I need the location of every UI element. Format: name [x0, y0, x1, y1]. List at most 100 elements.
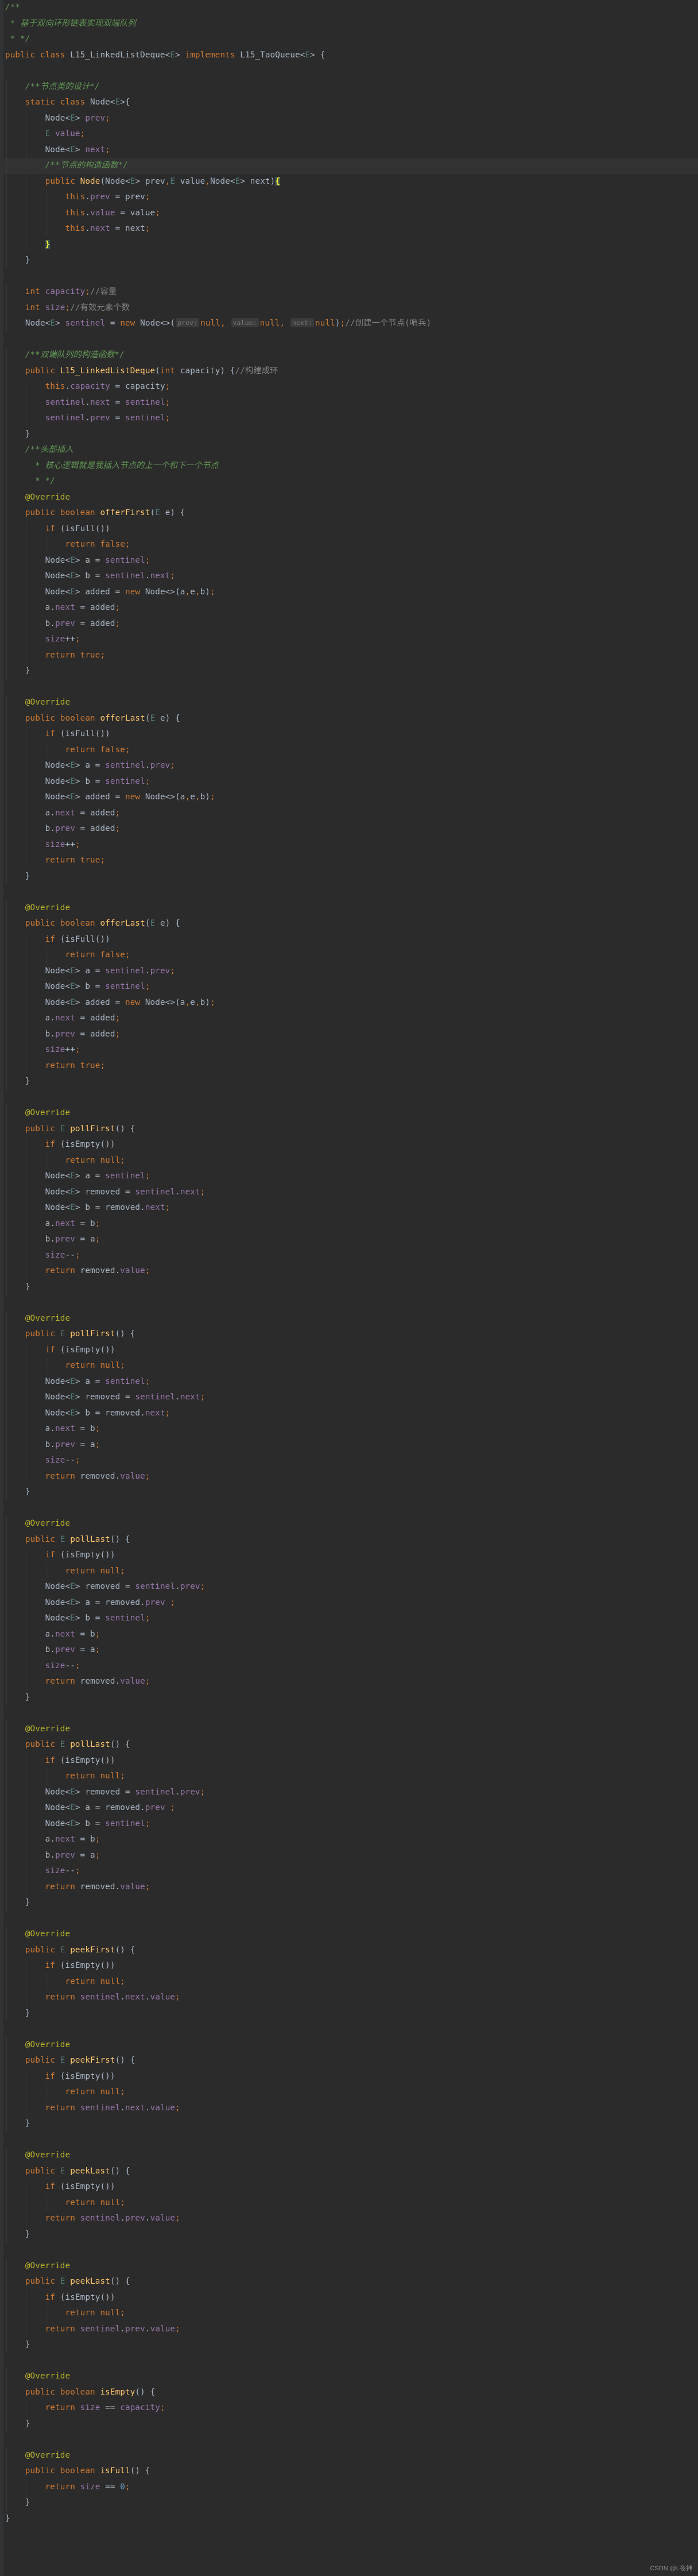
code-line[interactable]: return size == 0; [0, 2479, 698, 2495]
code-area[interactable]: /** * 基于双向环形链表实现双端队列 * */ public class L1… [0, 0, 698, 2527]
code-line[interactable] [0, 63, 698, 79]
code-line[interactable]: public E pollLast() { [0, 1531, 698, 1548]
code-line[interactable]: Node<E> b = removed.next; [0, 1405, 698, 1421]
code-line[interactable]: Node<E> removed = sentinel.next; [0, 1184, 698, 1200]
code-line[interactable]: } [0, 2005, 698, 2021]
code-line[interactable] [0, 269, 698, 285]
code-line[interactable]: if (isEmpty()) [0, 2179, 698, 2195]
code-line[interactable]: sentinel.next = sentinel; [0, 394, 698, 411]
code-line[interactable]: return removed.value; [0, 1879, 698, 1895]
code-line[interactable] [0, 1500, 698, 1517]
code-line[interactable]: } [0, 2226, 698, 2242]
code-line[interactable]: b.prev = a; [0, 1437, 698, 1453]
code-line[interactable]: return true; [0, 853, 698, 869]
code-line[interactable]: } [0, 1074, 698, 1090]
code-line[interactable]: Node<E> a = removed.prev ; [0, 1800, 698, 1816]
code-line[interactable]: @Override [0, 1310, 698, 1326]
code-line[interactable]: size--; [0, 1247, 698, 1263]
code-line[interactable]: @Override [0, 489, 698, 505]
code-line[interactable]: public E pollFirst() { [0, 1121, 698, 1137]
code-line[interactable]: size++; [0, 632, 698, 648]
code-line[interactable]: /**双端队列的构造函数*/ [0, 347, 698, 363]
code-line[interactable]: return sentinel.prev.value; [0, 2211, 698, 2227]
code-line[interactable]: } [0, 868, 698, 884]
code-line[interactable]: } [0, 237, 698, 253]
code-line[interactable]: b.prev = added; [0, 616, 698, 632]
code-line[interactable]: if (isFull()) [0, 726, 698, 742]
code-line[interactable]: this.prev = prev; [0, 189, 698, 206]
code-line[interactable]: * */ [0, 474, 698, 490]
code-line[interactable]: public boolean offerLast(E e) { [0, 710, 698, 726]
code-line[interactable]: int size;//有效元素个数 [0, 300, 698, 316]
code-line[interactable]: @Override [0, 2447, 698, 2463]
code-line[interactable]: @Override [0, 900, 698, 916]
code-line[interactable] [0, 332, 698, 348]
code-line[interactable]: Node<E> b = sentinel; [0, 773, 698, 790]
code-line[interactable]: public Node(Node<E> prev,E value,Node<E>… [0, 173, 698, 189]
code-line[interactable]: Node<E> added = new Node<>(a,e,b); [0, 790, 698, 806]
code-line[interactable]: Node<E> a = sentinel; [0, 1374, 698, 1390]
code-line[interactable]: if (isEmpty()) [0, 1548, 698, 1564]
code-line[interactable]: Node<E> a = sentinel; [0, 552, 698, 568]
code-line[interactable]: Node<E> a = sentinel.prev; [0, 758, 698, 774]
code-line[interactable]: Node<E> a = sentinel; [0, 1169, 698, 1185]
code-line[interactable]: } [0, 2511, 698, 2527]
code-line[interactable]: } [0, 2116, 698, 2132]
code-line[interactable]: public L15_LinkedListDeque(int capacity)… [0, 363, 698, 379]
code-line[interactable]: public boolean offerLast(E e) { [0, 916, 698, 932]
code-line[interactable]: public boolean offerFirst(E e) { [0, 505, 698, 521]
code-line[interactable]: } [0, 663, 698, 679]
code-line[interactable]: @Override [0, 695, 698, 711]
code-line[interactable]: @Override [0, 1516, 698, 1532]
code-line[interactable]: Node<E> b = sentinel; [0, 1816, 698, 1832]
code-line[interactable]: return sentinel.next.value; [0, 2100, 698, 2116]
code-line[interactable]: public E peekLast() { [0, 2163, 698, 2179]
code-line[interactable]: /**节点类的设计*/ [0, 79, 698, 95]
code-line[interactable]: /** [0, 0, 698, 16]
code-line[interactable]: if (isEmpty()) [0, 1342, 698, 1358]
code-line[interactable]: @Override [0, 2258, 698, 2274]
code-line[interactable]: return null; [0, 2195, 698, 2211]
code-line[interactable] [0, 2432, 698, 2448]
code-line[interactable]: b.prev = added; [0, 1026, 698, 1042]
code-line[interactable] [0, 1705, 698, 1722]
code-line[interactable]: public boolean isEmpty() { [0, 2384, 698, 2400]
code-line[interactable]: return null; [0, 1974, 698, 1990]
code-line[interactable]: /**节点的构造函数*/ [0, 158, 698, 174]
code-line[interactable]: Node<E> sentinel = new Node<>(prev: null,… [0, 316, 698, 332]
code-line[interactable]: if (isEmpty()) [0, 2289, 698, 2306]
code-line[interactable]: } [0, 426, 698, 442]
code-line[interactable]: return removed.value; [0, 1674, 698, 1690]
code-line[interactable]: size++; [0, 837, 698, 853]
code-line[interactable]: a.next = b; [0, 1832, 698, 1848]
code-line[interactable]: b.prev = a; [0, 1232, 698, 1248]
code-line[interactable] [0, 2242, 698, 2258]
code-line[interactable]: b.prev = added; [0, 821, 698, 837]
code-line[interactable]: public E peekLast() { [0, 2274, 698, 2290]
code-line[interactable]: return removed.value; [0, 1468, 698, 1484]
code-line[interactable]: public E peekFirst() { [0, 2053, 698, 2069]
code-line[interactable]: size--; [0, 1658, 698, 1674]
code-line[interactable]: } [0, 253, 698, 269]
code-line[interactable]: static class Node<E>{ [0, 95, 698, 111]
code-line[interactable]: return sentinel.next.value; [0, 1990, 698, 2006]
code-line[interactable]: int capacity;//容量 [0, 284, 698, 300]
code-line[interactable]: Node<E> next; [0, 142, 698, 158]
code-line[interactable] [0, 2353, 698, 2369]
code-line[interactable]: size--; [0, 1863, 698, 1879]
code-line[interactable]: Node<E> added = new Node<>(a,e,b); [0, 584, 698, 600]
code-line[interactable]: * 基于双向环形链表实现双端队列 [0, 16, 698, 32]
code-line[interactable]: size--; [0, 1453, 698, 1469]
code-line[interactable] [0, 2132, 698, 2148]
code-line[interactable]: public E pollLast() { [0, 1737, 698, 1753]
code-line[interactable]: @Override [0, 1927, 698, 1943]
code-line[interactable]: Node<E> removed = sentinel.prev; [0, 1784, 698, 1800]
code-line[interactable]: return null; [0, 1152, 698, 1169]
code-line[interactable]: size++; [0, 1042, 698, 1058]
code-line[interactable]: E value; [0, 126, 698, 142]
code-line[interactable]: public class L15_LinkedListDeque<E> impl… [0, 48, 698, 64]
code-line[interactable]: return null; [0, 1358, 698, 1374]
code-line[interactable]: * */ [0, 32, 698, 48]
code-line[interactable]: a.next = added; [0, 1011, 698, 1027]
code-line[interactable]: Node<E> removed = sentinel.prev; [0, 1579, 698, 1595]
